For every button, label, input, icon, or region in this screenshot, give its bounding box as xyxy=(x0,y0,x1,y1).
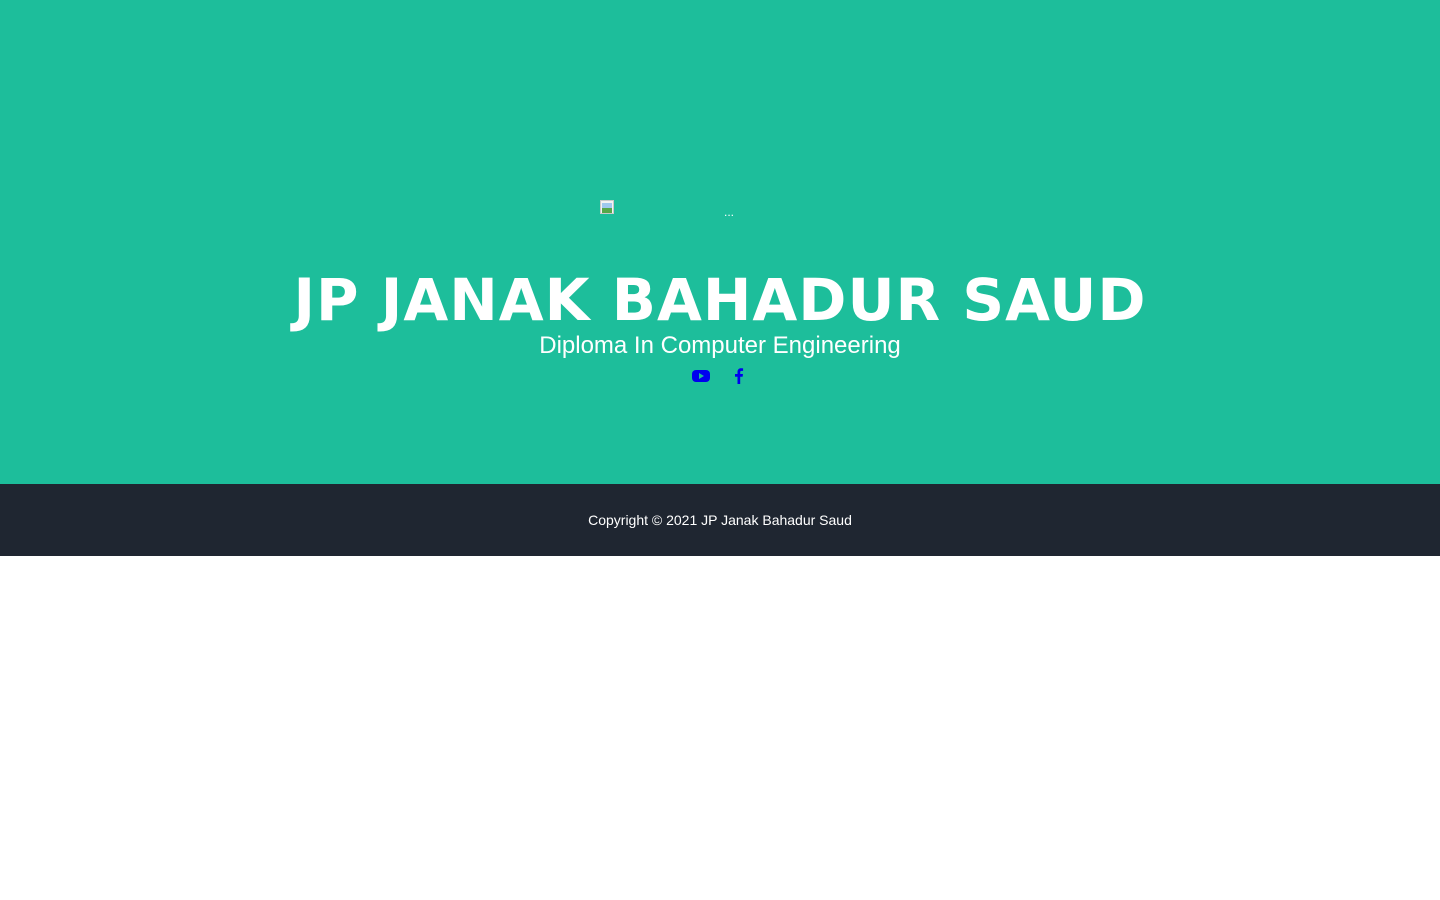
social-links xyxy=(0,366,1440,386)
broken-image-icon xyxy=(600,200,614,214)
page-title: JP JANAK BAHADUR SAUD xyxy=(293,266,1147,334)
masthead: ... JP JANAK BAHADUR SAUD Diploma In Com… xyxy=(0,0,1440,484)
copyright-text: Copyright © 2021 JP Janak Bahadur Saud xyxy=(588,512,852,528)
youtube-icon xyxy=(691,370,710,382)
profile-avatar: ... xyxy=(600,200,840,224)
avatar-alt-text: ... xyxy=(724,205,735,219)
facebook-link[interactable] xyxy=(729,366,749,386)
footer: Copyright © 2021 JP Janak Bahadur Saud xyxy=(0,484,1440,556)
page-subtitle: Diploma In Computer Engineering xyxy=(539,332,901,359)
youtube-link[interactable] xyxy=(691,366,711,386)
facebook-icon xyxy=(735,368,744,384)
